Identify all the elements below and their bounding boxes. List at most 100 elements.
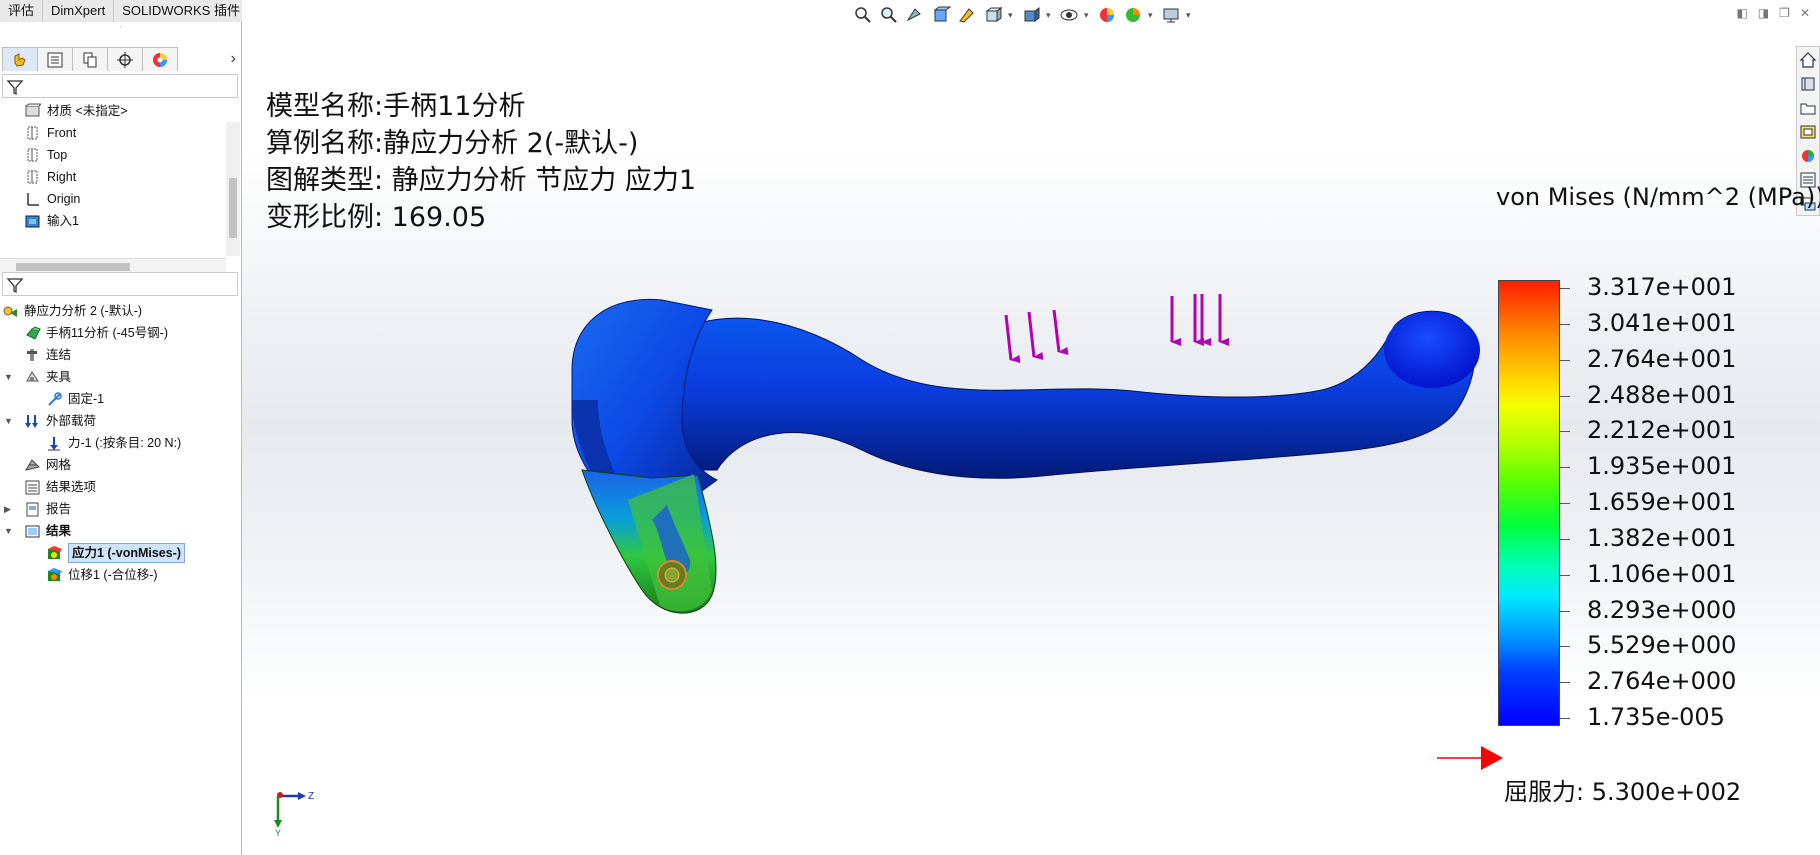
collapse-right-icon[interactable]: ◨ bbox=[1758, 6, 1769, 20]
legend-tick bbox=[1560, 503, 1570, 504]
study-tree-item[interactable]: ▼ 结果 bbox=[0, 520, 240, 542]
display-manager-icon bbox=[153, 52, 167, 67]
study-tree-item[interactable]: ▼ 夹具 bbox=[0, 366, 240, 388]
graphics-viewport[interactable]: ▾ ▾ ▾ ▾ ▾ ◧ ◨ ❐ ✕ 模型名称:手柄11分析 算例名称:静应力分析… bbox=[242, 0, 1820, 855]
zoom-to-fit-button[interactable] bbox=[852, 4, 874, 26]
material-icon bbox=[25, 103, 41, 117]
view-orientation-button[interactable] bbox=[982, 4, 1004, 26]
solidworks-resources-tab[interactable] bbox=[1798, 49, 1818, 71]
legend-tick bbox=[1560, 610, 1570, 612]
tree-expander-icon[interactable]: ▼ bbox=[4, 520, 13, 542]
display-style-caret[interactable]: ▾ bbox=[1046, 10, 1054, 21]
handle-arm bbox=[661, 310, 1476, 479]
hide-show-items-button[interactable] bbox=[1058, 4, 1080, 26]
legend-tick bbox=[1560, 359, 1570, 361]
tab-0[interactable]: 评估 bbox=[0, 0, 44, 22]
tree-expander-icon[interactable]: ▶ bbox=[4, 498, 11, 520]
more-tabs-chevron-icon[interactable]: › bbox=[231, 50, 236, 68]
study-tree-item-label: 力-1 (:按条目: 20 N:) bbox=[68, 436, 182, 450]
feature-tree-item[interactable]: Front bbox=[0, 122, 240, 144]
legend-value-label: 1.659e+001 bbox=[1587, 488, 1737, 516]
edit-appearance-button[interactable] bbox=[1096, 4, 1118, 26]
file-explorer-tab[interactable] bbox=[1798, 97, 1818, 119]
filter-icon bbox=[6, 80, 24, 96]
study-tree-item[interactable]: 网格 bbox=[0, 454, 240, 476]
design-library-tab[interactable] bbox=[1798, 73, 1818, 95]
feature-tree-item[interactable]: Right bbox=[0, 166, 240, 188]
view-orientation-caret[interactable]: ▾ bbox=[1008, 10, 1016, 21]
section-view-icon bbox=[933, 6, 951, 22]
fixtures-icon bbox=[26, 371, 39, 382]
section-view-button[interactable] bbox=[930, 4, 952, 26]
feature-tree-item[interactable]: 材质 <未指定> bbox=[0, 100, 240, 122]
dimxpert-manager-tab[interactable] bbox=[107, 47, 143, 71]
stress-color-bar[interactable] bbox=[1498, 280, 1560, 726]
apply-scene-button[interactable] bbox=[1122, 4, 1144, 26]
study-tree-item[interactable]: 固定-1 bbox=[0, 388, 240, 410]
tree-expander-icon[interactable]: ▼ bbox=[4, 410, 13, 432]
view-palette-tab[interactable] bbox=[1798, 121, 1818, 143]
hide-show-caret[interactable]: ▾ bbox=[1084, 10, 1092, 21]
feature-manager-tab[interactable] bbox=[2, 47, 38, 71]
feature-tree-scrollbar[interactable] bbox=[226, 122, 240, 256]
previous-view-button[interactable] bbox=[904, 4, 926, 26]
property-manager-icon bbox=[47, 52, 63, 67]
study-icon bbox=[3, 306, 17, 317]
panel-grip-top[interactable]: ⋅ bbox=[0, 22, 241, 32]
tab-1[interactable]: DimXpert bbox=[43, 0, 115, 22]
study-tree-item[interactable]: 静应力分析 2 (-默认-) bbox=[0, 300, 240, 322]
feature-manager-panel: ⋅ › 材质 <未指定>FrontTopRightOrigin输入1 ⋅ 静应力… bbox=[0, 22, 242, 855]
appearances-tab[interactable] bbox=[1798, 145, 1818, 167]
legend-tick bbox=[1560, 288, 1570, 289]
apply-scene-caret[interactable]: ▾ bbox=[1148, 10, 1156, 21]
study-tree-item[interactable]: 力-1 (:按条目: 20 N:) bbox=[0, 432, 240, 454]
view-settings-caret[interactable]: ▾ bbox=[1186, 10, 1194, 21]
study-tree-item[interactable]: 应力1 (-vonMises-) bbox=[0, 542, 240, 564]
study-tree-item[interactable]: ▼ 外部载荷 bbox=[0, 410, 240, 432]
legend-value-label: 1.935e+001 bbox=[1587, 452, 1737, 481]
dynamic-annotation-button[interactable] bbox=[956, 4, 978, 26]
appearances-icon bbox=[1802, 150, 1814, 162]
displacement-plot-icon bbox=[48, 568, 62, 581]
study-tree-item[interactable]: 位移1 (-合位移-) bbox=[0, 564, 240, 586]
model-name-label: 模型名称:手柄11分析 bbox=[266, 91, 526, 122]
zoom-to-area-button[interactable] bbox=[878, 4, 900, 26]
restore-window-icon[interactable]: ❐ bbox=[1779, 6, 1790, 20]
feature-tree-item[interactable]: Top bbox=[0, 144, 240, 166]
close-window-icon[interactable]: ✕ bbox=[1800, 6, 1810, 20]
feature-tree-item[interactable]: Origin bbox=[0, 188, 240, 210]
feature-tree-item-label: Origin bbox=[47, 192, 81, 206]
zoom-area-icon bbox=[881, 7, 897, 23]
view-settings-button[interactable] bbox=[1160, 4, 1182, 26]
display-style-button[interactable] bbox=[1020, 4, 1042, 26]
tab-2[interactable]: SOLIDWORKS 插件 bbox=[114, 0, 249, 22]
collapse-left-icon[interactable]: ◧ bbox=[1736, 6, 1747, 20]
fixed-geometry-icon bbox=[48, 392, 62, 406]
plane-icon bbox=[27, 170, 38, 184]
feature-tree: 材质 <未指定> Front Top Right Origin 输入1 bbox=[0, 100, 240, 232]
legend-tick bbox=[1560, 574, 1570, 576]
legend-value-label: 8.293e+000 bbox=[1587, 595, 1737, 624]
study-tree-item-label: 应力1 (-vonMises-) bbox=[68, 543, 186, 563]
appearance-manager-tab[interactable] bbox=[142, 47, 178, 71]
view-orientation-icon bbox=[985, 7, 1003, 22]
study-tree-item-label: 夹具 bbox=[46, 370, 72, 384]
imported-body-icon bbox=[25, 215, 40, 228]
plane-icon bbox=[27, 148, 38, 162]
legend-value-label: 3.317e+001 bbox=[1587, 273, 1737, 301]
feature-tree-item[interactable]: 输入1 bbox=[0, 210, 240, 232]
study-tree-item[interactable]: 手柄11分析 (-45号钢-) bbox=[0, 322, 240, 344]
configuration-manager-tab[interactable] bbox=[72, 47, 108, 71]
viewport-window-controls: ◧ ◨ ❐ ✕ bbox=[1736, 6, 1810, 20]
legend-value-label: 1.382e+001 bbox=[1587, 523, 1737, 552]
study-tree-item[interactable]: 连结 bbox=[0, 344, 240, 366]
study-tree-item[interactable]: 结果选项 bbox=[0, 476, 240, 498]
study-tree-filter[interactable] bbox=[2, 272, 238, 296]
display-style-icon bbox=[1024, 7, 1040, 22]
property-manager-tab[interactable] bbox=[37, 47, 73, 71]
tree-expander-icon[interactable]: ▼ bbox=[4, 366, 13, 388]
legend-value-label: 5.529e+000 bbox=[1587, 631, 1737, 660]
feature-tree-filter[interactable] bbox=[2, 74, 238, 98]
study-tree-item[interactable]: ▶ 报告 bbox=[0, 498, 240, 520]
feature-manager-icon bbox=[14, 52, 26, 67]
